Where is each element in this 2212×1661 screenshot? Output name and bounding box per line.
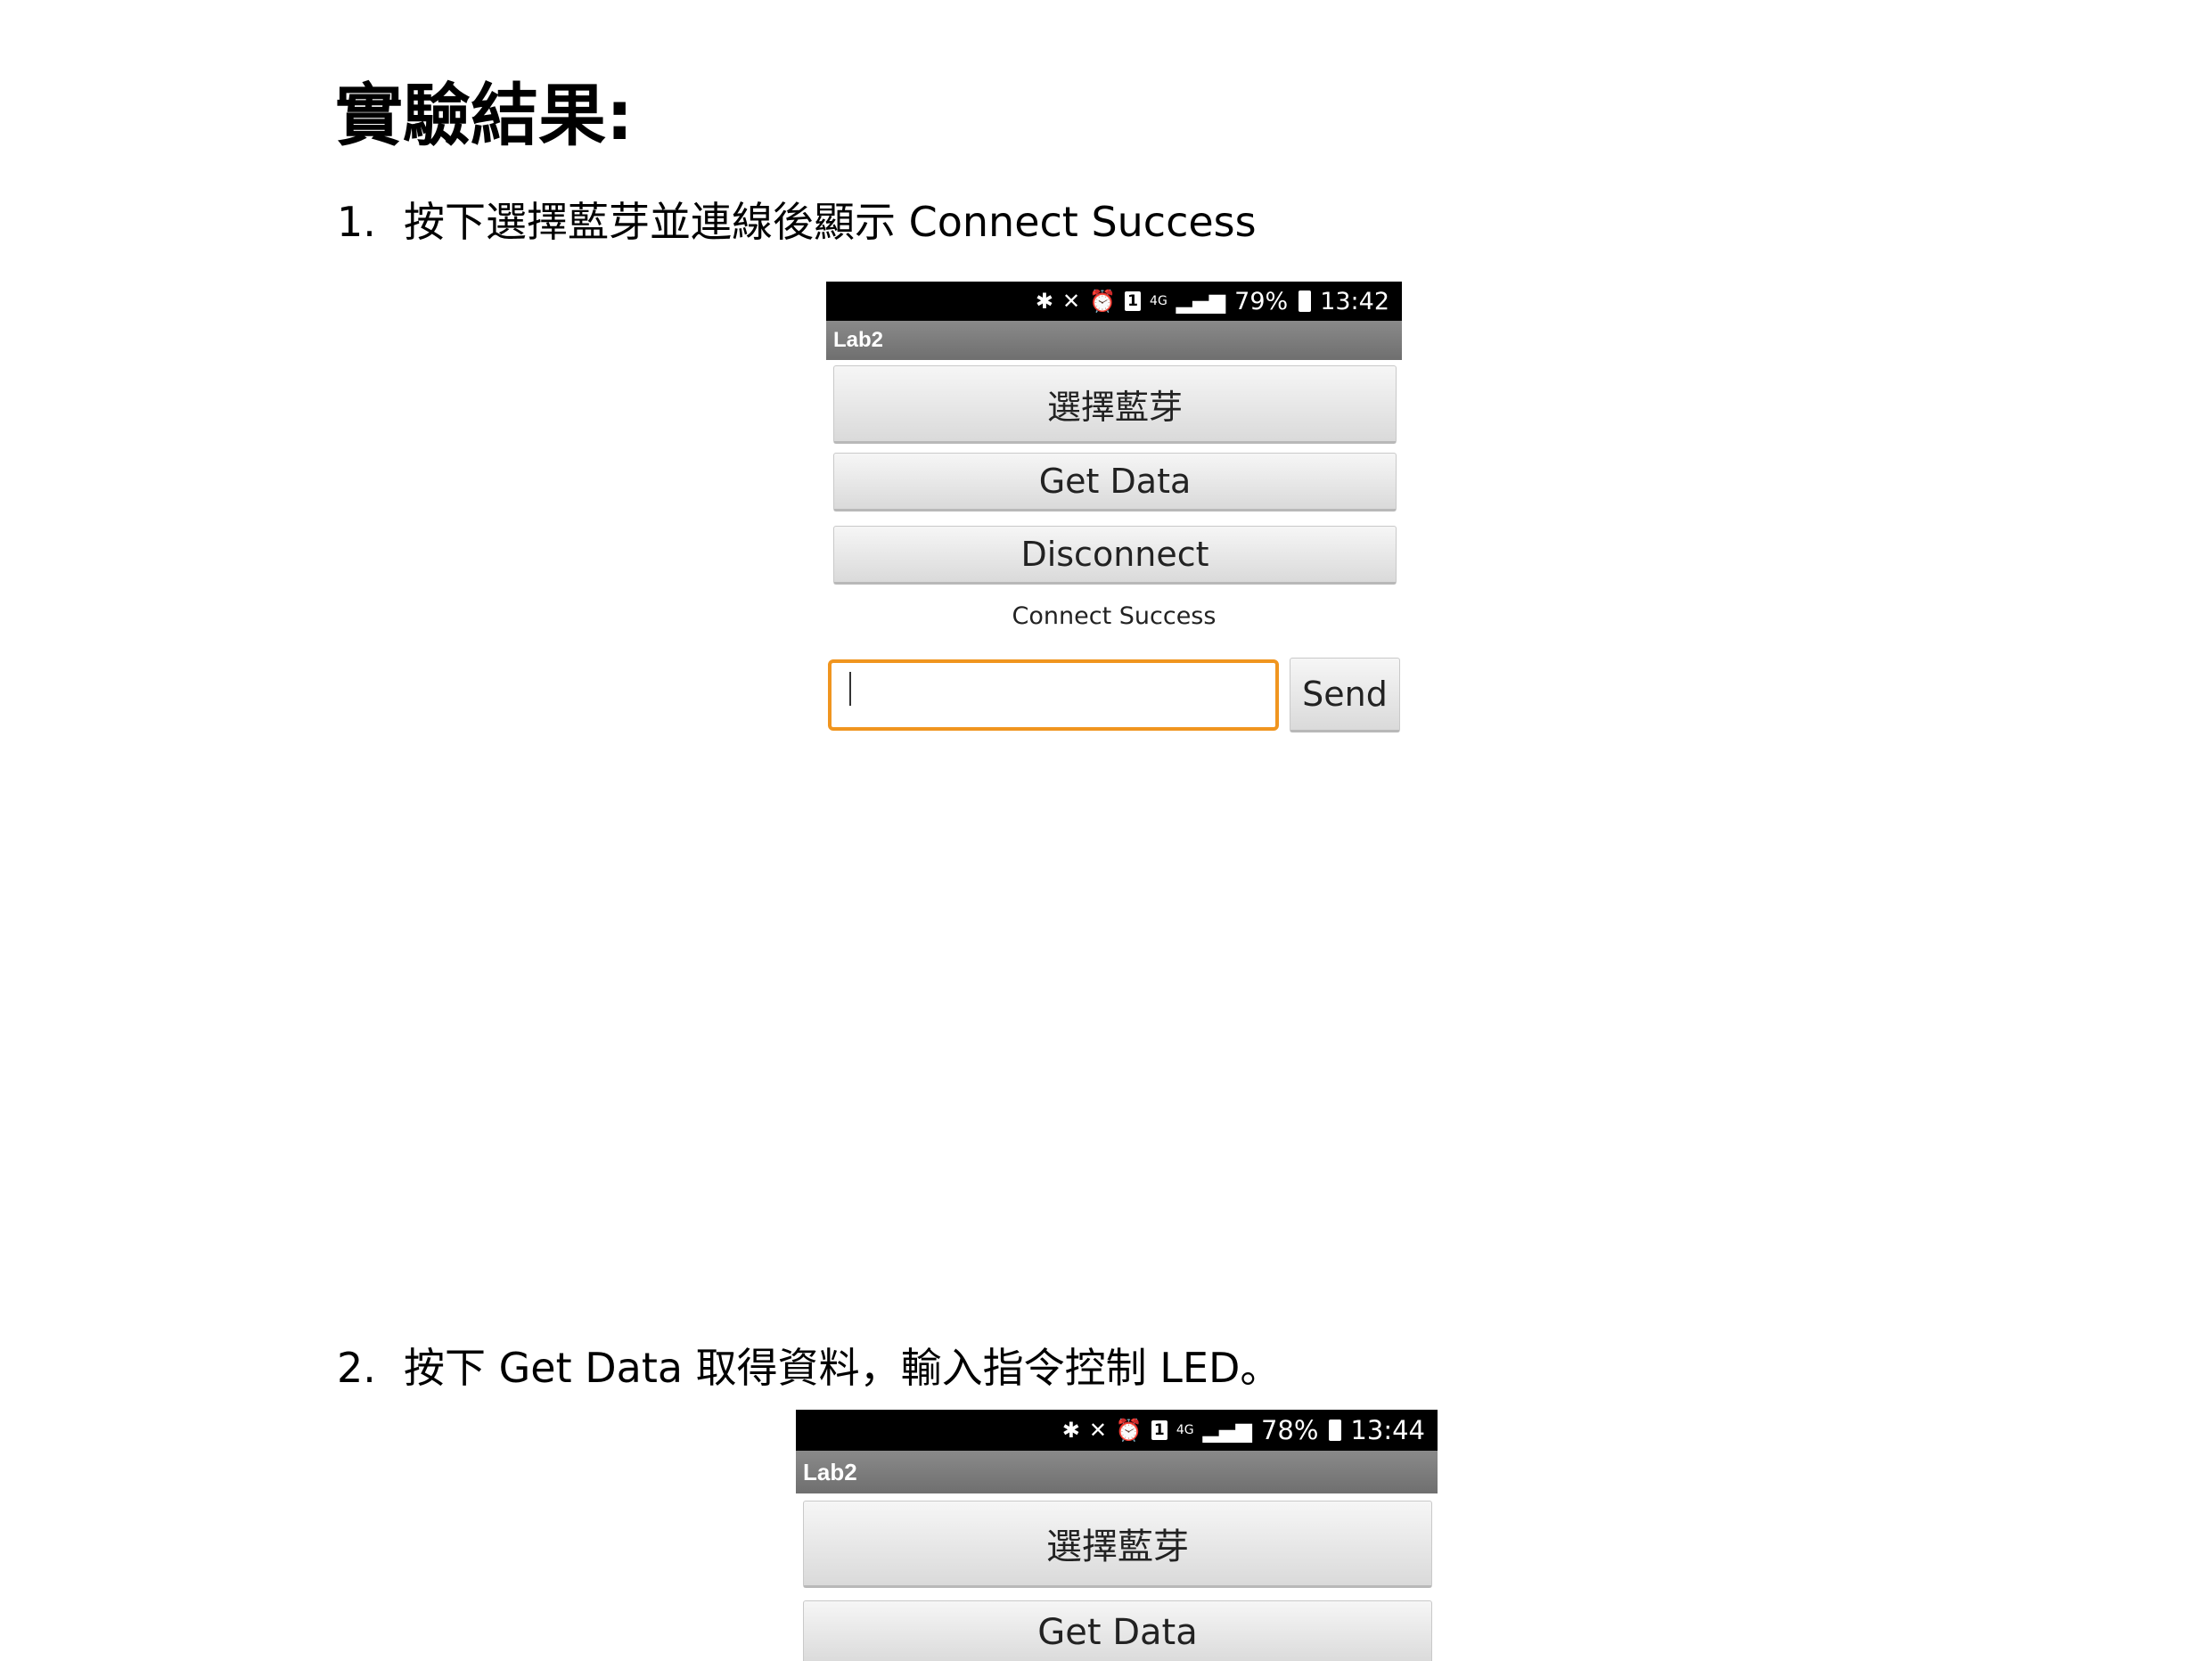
section-heading: 實驗結果:: [335, 76, 634, 155]
battery-percent: 78%: [1260, 1415, 1319, 1445]
alarm-icon: ⏰: [1115, 1418, 1143, 1443]
battery-icon: [1299, 290, 1312, 312]
select-bluetooth-button[interactable]: 選擇藍芽: [803, 1501, 1432, 1588]
send-button[interactable]: Send: [1290, 658, 1400, 732]
select-bluetooth-button[interactable]: 選擇藍芽: [833, 365, 1397, 444]
mute-icon: ✕: [1062, 289, 1081, 314]
sim-icon: 1: [1125, 291, 1142, 311]
disconnect-button[interactable]: Disconnect: [833, 526, 1397, 585]
step-2: 2. 按下 Get Data 取得資料，輸入指令控制 LED。: [337, 1344, 1281, 1393]
step-text: 按下 Get Data 取得資料，輸入指令控制 LED。: [404, 1344, 1282, 1392]
step-1: 1. 按下選擇藍芽並連線後顯示 Connect Success: [337, 198, 1257, 247]
signal-icon: ▂▄▆: [1202, 1418, 1252, 1443]
text-caret: [849, 672, 851, 706]
battery-icon: [1329, 1420, 1342, 1441]
battery-percent: 79%: [1234, 287, 1289, 315]
command-input[interactable]: [828, 659, 1279, 731]
step-text: 按下選擇藍芽並連線後顯示 Connect Success: [404, 198, 1257, 246]
clock: 13:42: [1320, 287, 1389, 315]
phone-screenshot-1: ✱ ✕ ⏰ 1 4G ▂▄▆ 79% 13:42 Lab2 選擇藍芽 Get D…: [826, 282, 1402, 741]
step-number: 2.: [337, 1344, 376, 1392]
sim-icon: 1: [1151, 1420, 1167, 1440]
app-title-bar: Lab2: [826, 321, 1402, 360]
bluetooth-icon: ✱: [1061, 1418, 1080, 1443]
status-bar: ✱ ✕ ⏰ 1 4G ▂▄▆ 79% 13:42: [826, 282, 1402, 321]
app-title-bar: Lab2: [796, 1451, 1438, 1493]
step-number: 1.: [337, 198, 376, 246]
get-data-button[interactable]: Get Data: [803, 1600, 1432, 1661]
network-type: 4G: [1176, 1423, 1194, 1437]
app-title: Lab2: [833, 328, 884, 352]
signal-icon: ▂▄▆: [1176, 289, 1226, 314]
network-type: 4G: [1150, 294, 1167, 308]
bluetooth-icon: ✱: [1035, 289, 1054, 314]
clock: 13:44: [1350, 1415, 1425, 1445]
connection-status: Connect Success: [1012, 602, 1217, 630]
alarm-icon: ⏰: [1089, 289, 1117, 314]
mute-icon: ✕: [1088, 1418, 1107, 1443]
get-data-button[interactable]: Get Data: [833, 453, 1397, 511]
phone-screenshot-2: ✱ ✕ ⏰ 1 4G ▂▄▆ 78% 13:44 Lab2 選擇藍芽 Get D…: [796, 1410, 1438, 1661]
status-bar: ✱ ✕ ⏰ 1 4G ▂▄▆ 78% 13:44: [796, 1410, 1438, 1451]
app-title: Lab2: [803, 1458, 857, 1485]
